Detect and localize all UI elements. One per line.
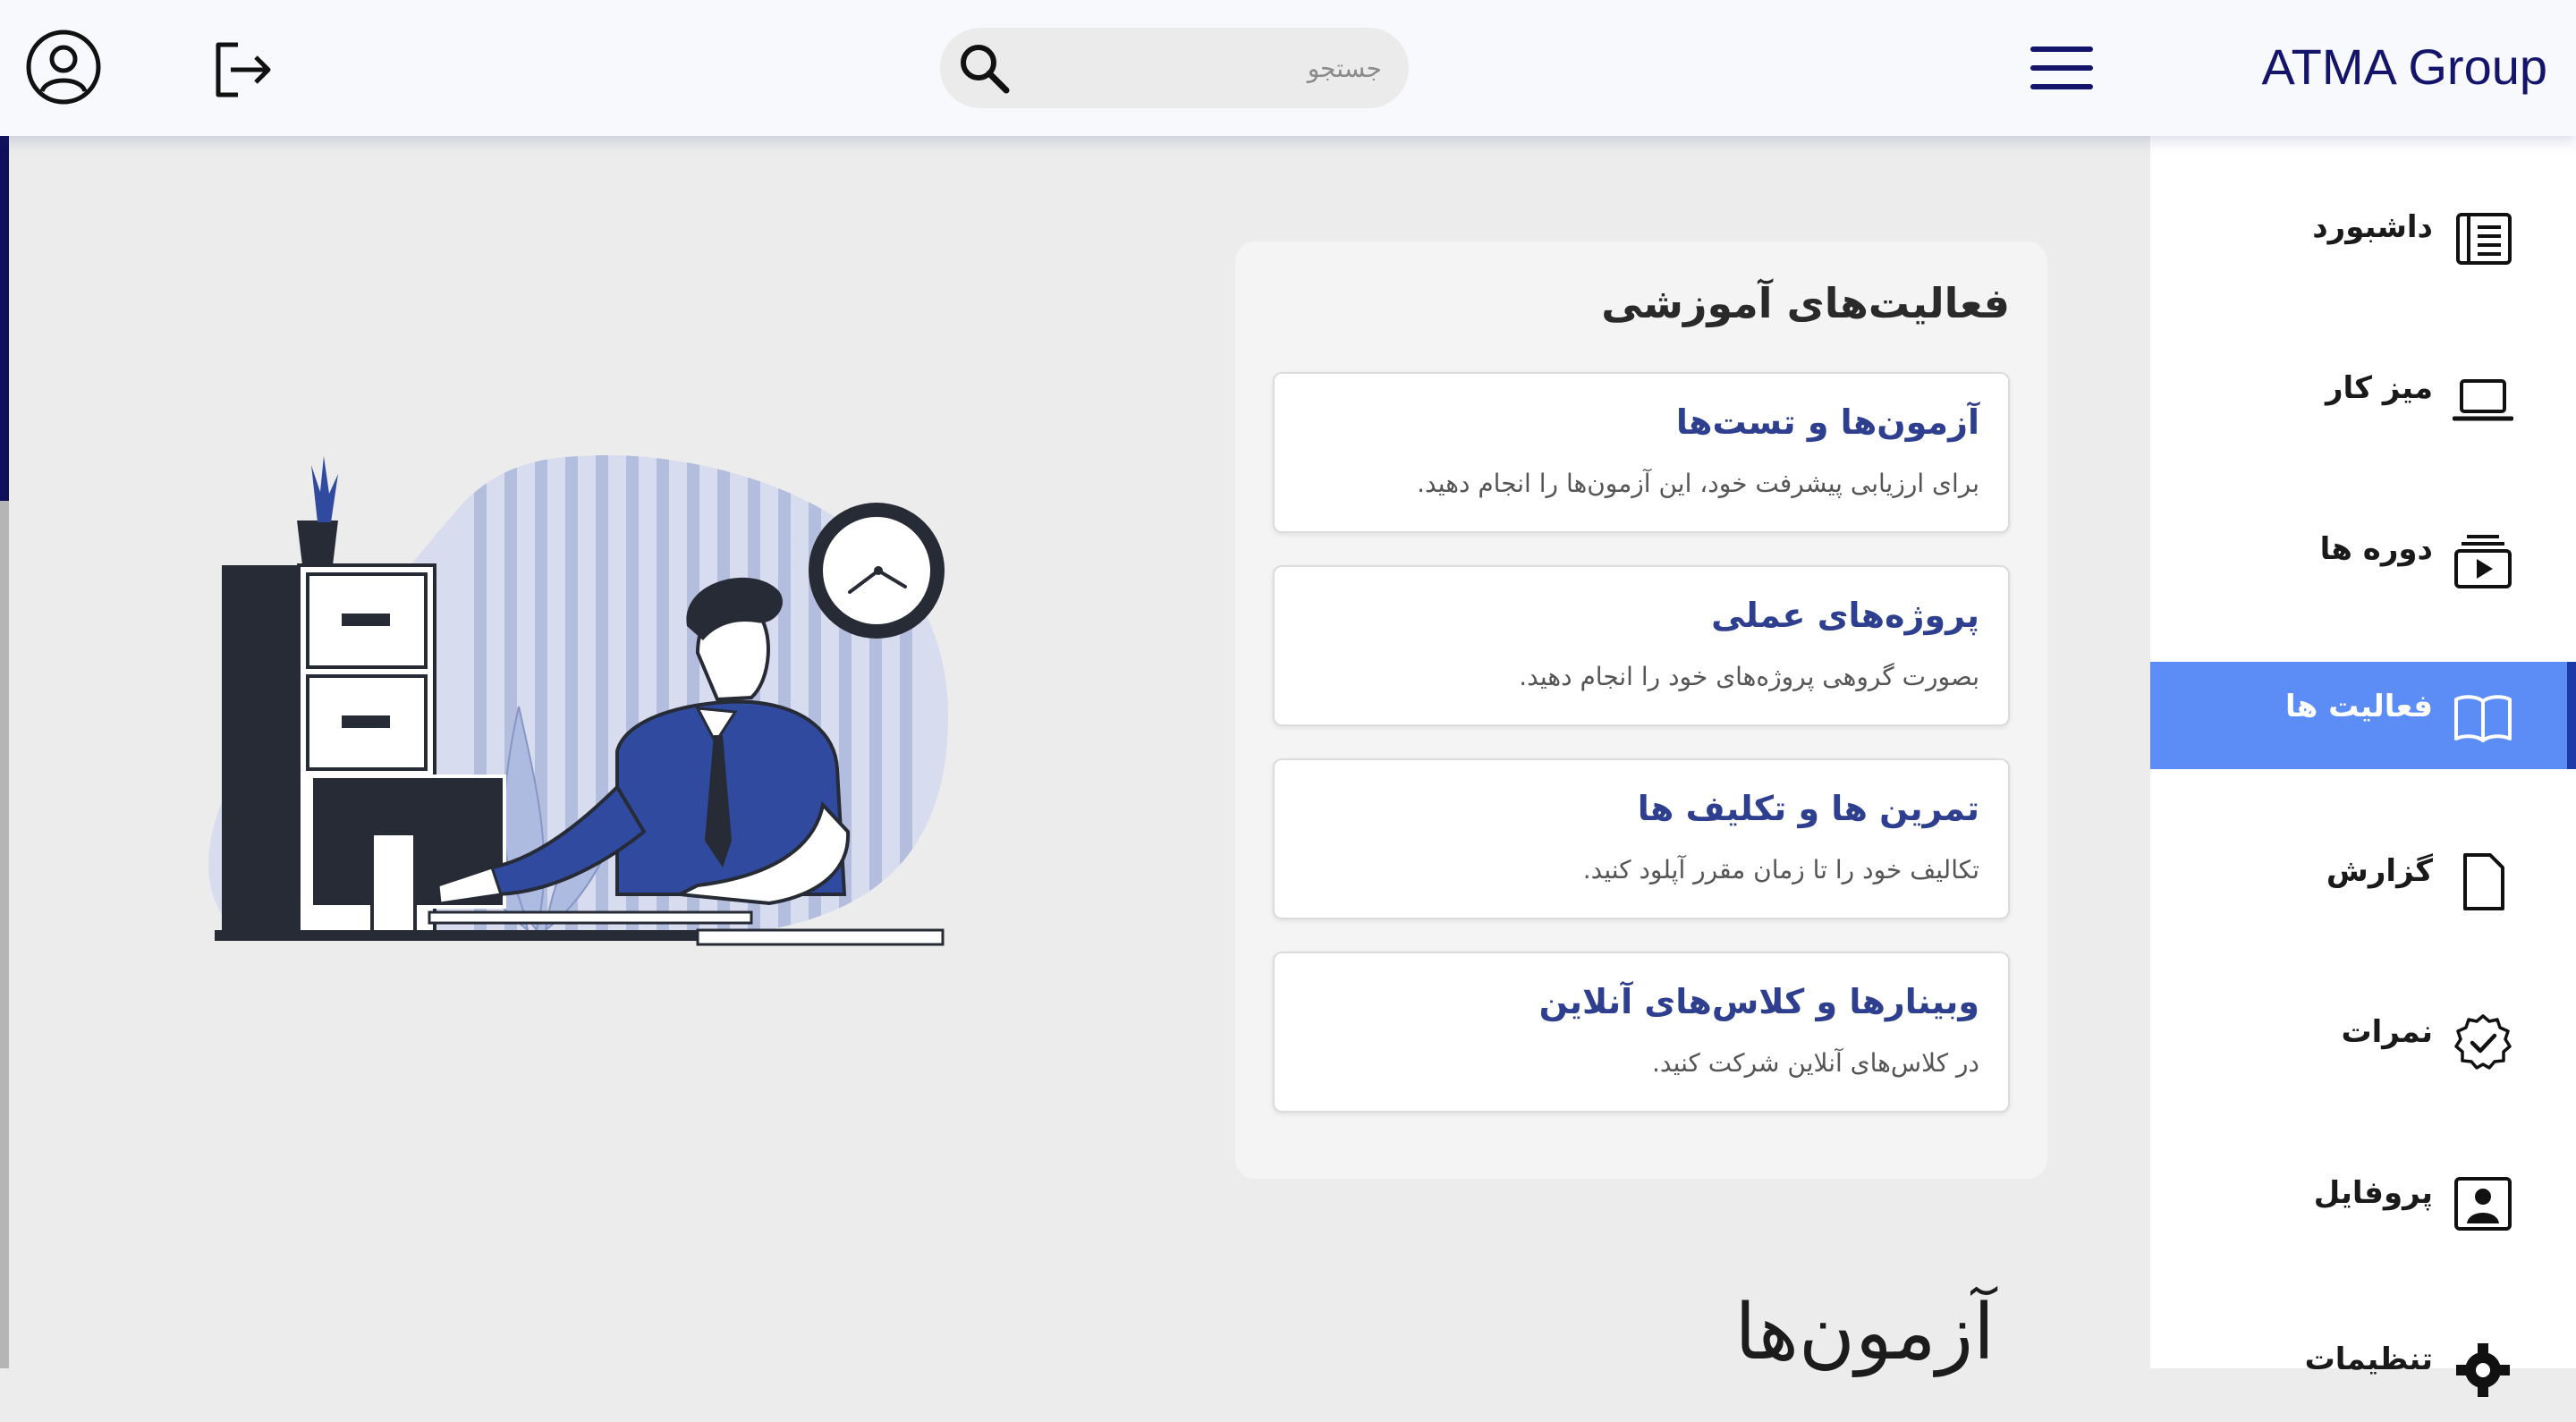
check-badge-icon	[2453, 1012, 2513, 1073]
activities-title: فعالیت‌های آموزشی	[1601, 279, 2010, 327]
activity-item-description: بصورت گروهی پروژه‌های خود را انجام دهید.	[1519, 662, 1979, 691]
sidebar-item-courses[interactable]: دوره ها	[2150, 504, 2576, 612]
activity-item-webinars[interactable]: وبینارها و کلاس‌های آنلاین در کلاس‌های آ…	[1273, 952, 2010, 1113]
activity-item-title: آزمون‌ها و تست‌ها	[1675, 402, 1979, 442]
laptop-icon	[2452, 368, 2514, 429]
hamburger-menu-icon[interactable]	[2023, 41, 2100, 95]
search-box	[940, 28, 1409, 108]
search-input[interactable]	[1021, 28, 1382, 108]
exams-section-title: آزمون‌ها	[1734, 1288, 1995, 1377]
activity-item-title: پروژه‌های عملی	[1711, 596, 1979, 635]
activity-item-exams[interactable]: آزمون‌ها و تست‌ها برای ارزیابی پیشرفت خو…	[1273, 372, 2010, 533]
sidebar-item-label: تنظیمات	[2304, 1342, 2433, 1377]
sidebar-item-grades[interactable]: نمرات	[2150, 987, 2576, 1095]
top-header: ATMA Group	[0, 0, 2576, 136]
open-book-icon	[2453, 687, 2513, 748]
document-icon	[2453, 851, 2513, 912]
newspaper-icon	[2453, 207, 2513, 268]
brand-logo-text[interactable]: ATMA Group	[2261, 38, 2547, 96]
activity-item-title: وبینارها و کلاس‌های آنلاین	[1538, 982, 1979, 1021]
activity-item-description: برای ارزیابی پیشرفت خود، این آزمون‌ها را…	[1417, 469, 1979, 498]
sidebar-item-label: فعالیت ها	[2284, 689, 2433, 724]
activities-card: فعالیت‌های آموزشی آزمون‌ها و تست‌ها برای…	[1235, 241, 2047, 1179]
sidebar-item-dashboard[interactable]: داشبورد	[2150, 182, 2576, 290]
sidebar-item-label: دوره ها	[2319, 531, 2433, 567]
sidebar: داشبورد میز کار دوره ها فعالیت ها گزارش …	[2150, 136, 2576, 1397]
sidebar-item-activities[interactable]: فعالیت ها	[2150, 662, 2576, 769]
activity-item-assignments[interactable]: تمرین ها و تکلیف ها تکالیف خود را تا زما…	[1273, 758, 2010, 919]
sidebar-item-report[interactable]: گزارش	[2150, 826, 2576, 934]
left-edge-bar	[0, 136, 9, 1368]
sidebar-item-profile[interactable]: پروفایل	[2150, 1148, 2576, 1256]
sidebar-item-workspace[interactable]: میز کار	[2150, 343, 2576, 451]
sidebar-item-settings[interactable]: تنظیمات	[2150, 1315, 2576, 1422]
search-icon[interactable]	[956, 40, 1013, 97]
sidebar-item-label: میز کار	[2325, 370, 2433, 406]
activity-item-description: در کلاس‌های آنلاین شرکت کنید.	[1652, 1048, 1979, 1078]
sidebar-item-label: داشبورد	[2312, 209, 2433, 245]
sidebar-item-label: پروفایل	[2313, 1175, 2433, 1211]
profile-card-icon	[2453, 1173, 2513, 1234]
sidebar-item-label: گزارش	[2326, 853, 2433, 889]
account-circle-icon[interactable]	[25, 29, 102, 106]
logout-icon[interactable]	[208, 36, 279, 104]
sidebar-item-label: نمرات	[2341, 1014, 2433, 1050]
video-library-icon	[2453, 529, 2513, 590]
gear-icon	[2453, 1340, 2513, 1401]
activity-item-projects[interactable]: پروژه‌های عملی بصورت گروهی پروژه‌های خود…	[1273, 565, 2010, 726]
person-at-desk-illustration	[197, 447, 957, 948]
activity-item-title: تمرین ها و تکلیف ها	[1637, 789, 1979, 828]
activity-item-description: تکالیف خود را تا زمان مقرر آپلود کنید.	[1582, 855, 1979, 885]
